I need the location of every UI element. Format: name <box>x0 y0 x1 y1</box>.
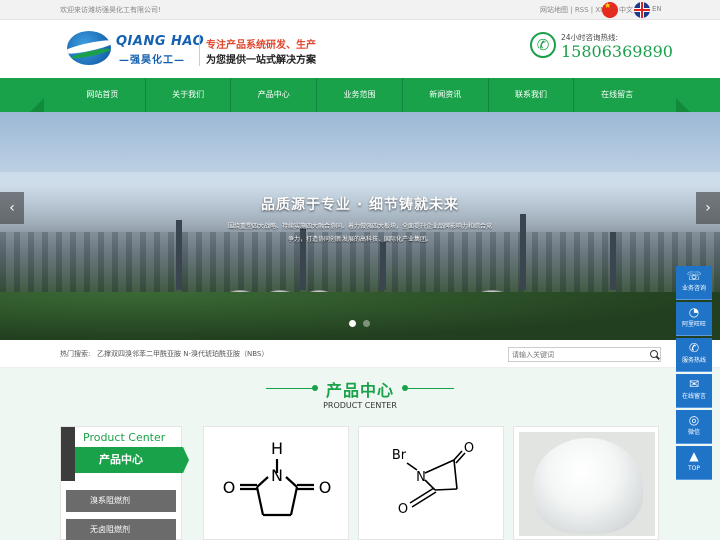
china-flag-icon[interactable] <box>602 1 618 18</box>
category-title: 产品中心 <box>75 447 189 473</box>
section-title: 产品中心 <box>325 381 394 400</box>
banner-next-button[interactable]: › <box>696 192 720 224</box>
side-item-wangwang[interactable]: ◔ 阿里旺旺 <box>676 302 712 336</box>
banner-dot-2[interactable] <box>363 320 370 327</box>
succinimide-structure-image: H N O O <box>223 439 332 517</box>
logo-icon[interactable] <box>67 31 111 65</box>
atom-n: N <box>416 470 426 485</box>
side-item-message[interactable]: ✉ 在线留言 <box>676 374 712 408</box>
site-header: QIANG HAO —强昊化工— 专注产品系统研发、生产 为您提供一站式解决方案… <box>0 20 720 78</box>
hot-search-keywords[interactable]: 乙撑双四溴邻苯二甲酰亚胺 N-溴代琥珀酰亚胺（NBS） <box>97 349 268 359</box>
banner-title: 品质源于专业 · 细节铸就未来 <box>260 197 460 213</box>
atom-o: O <box>223 478 236 497</box>
banner-description: 围绕重塑四大战略、持续实施四大融合协同、着力做强四大板块，全面提升企业品牌影响力… <box>227 223 492 243</box>
top-bar: 欢迎来访潍坊强昊化工有限公司! 网站地图 | RSS | XML 中文 EN <box>0 0 720 20</box>
hotline-number: 15806369890 <box>561 42 673 61</box>
product-center-section: 产品中心 PRODUCT CENTER Product Center 产品中心 … <box>0 368 720 540</box>
category-item[interactable]: 无卤阻燃剂 <box>66 519 176 540</box>
rss-link[interactable]: RSS <box>575 6 589 14</box>
atom-h: H <box>271 439 283 458</box>
nav-item-home[interactable]: 网站首页 <box>60 78 146 112</box>
white-powder-image <box>519 432 655 536</box>
nav-ribbon-left <box>30 98 44 112</box>
main-nav: 网站首页 关于我们 产品中心 业务范围 新闻资讯 联系我们 在线留言 <box>0 78 720 112</box>
lang-en-link[interactable]: EN <box>652 5 662 13</box>
atom-o: O <box>464 441 474 456</box>
search-bar: 热门搜索: 乙撑双四溴邻苯二甲酰亚胺 N-溴代琥珀酰亚胺（NBS） <box>0 340 720 368</box>
category-title-en: Product Center <box>83 431 166 444</box>
phone-icon: ✆ <box>688 341 700 355</box>
welcome-text: 欢迎来访潍坊强昊化工有限公司! <box>60 6 161 14</box>
nav-item-products[interactable]: 产品中心 <box>231 78 318 112</box>
search-input[interactable] <box>508 347 648 362</box>
product-card[interactable]: H N O O <box>203 426 349 540</box>
search-icon[interactable] <box>647 347 661 362</box>
top-icon: ▲ <box>689 449 699 463</box>
wangwang-icon: ◔ <box>688 305 700 319</box>
product-card[interactable] <box>513 426 659 540</box>
section-subtitle: PRODUCT CENTER <box>323 401 397 410</box>
sitemap-link[interactable]: 网站地图 <box>540 6 568 14</box>
slogan-line-1: 专注产品系统研发、生产 <box>206 40 316 51</box>
atom-br: Br <box>392 448 407 463</box>
headset-icon: ☏ <box>686 269 702 283</box>
banner-prev-button[interactable]: ‹ <box>0 192 24 224</box>
nav-item-about[interactable]: 关于我们 <box>146 78 232 112</box>
side-item-top[interactable]: ▲ TOP <box>676 446 712 480</box>
phone-icon: ✆ <box>530 32 556 58</box>
top-links: 网站地图 | RSS | XML <box>540 5 610 15</box>
nav-item-business[interactable]: 业务范围 <box>317 78 403 112</box>
message-icon: ✉ <box>688 377 700 391</box>
side-item-hotline[interactable]: ✆ 服务热线 <box>676 338 712 372</box>
product-card[interactable]: Br N O O <box>358 426 504 540</box>
atom-n: N <box>271 466 283 485</box>
slogan-line-2: 为您提供一站式解决方案 <box>206 55 316 66</box>
logo-text-cn[interactable]: —强昊化工— <box>119 51 185 66</box>
category-item[interactable]: 溴系阻燃剂 <box>66 490 176 512</box>
hero-banner[interactable]: 品质源于专业 · 细节铸就未来 围绕重塑四大战略、持续实施四大融合协同、着力做强… <box>0 112 720 340</box>
nav-item-news[interactable]: 新闻资讯 <box>403 78 489 112</box>
side-item-consult[interactable]: ☏ 业务咨询 <box>676 266 712 300</box>
banner-hills <box>0 292 720 340</box>
nbs-structure-image: Br N O O <box>392 441 474 517</box>
category-panel: Product Center 产品中心 溴系阻燃剂 无卤阻燃剂 <box>60 426 189 540</box>
header-divider <box>199 34 200 66</box>
uk-flag-icon[interactable] <box>634 2 650 18</box>
nav-item-contact[interactable]: 联系我们 <box>489 78 575 112</box>
nav-ribbon-right <box>676 98 690 112</box>
banner-dot-1[interactable] <box>349 320 356 327</box>
lang-cn-link[interactable]: 中文 <box>619 5 633 15</box>
hot-search-label: 热门搜索: <box>60 350 91 358</box>
atom-o: O <box>398 502 408 517</box>
logo-text-en[interactable]: QIANG HAO <box>116 34 204 49</box>
wechat-icon: ◎ <box>688 413 700 427</box>
side-item-wechat[interactable]: ◎ 微信 <box>676 410 712 444</box>
nav-item-message[interactable]: 在线留言 <box>574 78 660 112</box>
atom-o: O <box>319 478 332 497</box>
